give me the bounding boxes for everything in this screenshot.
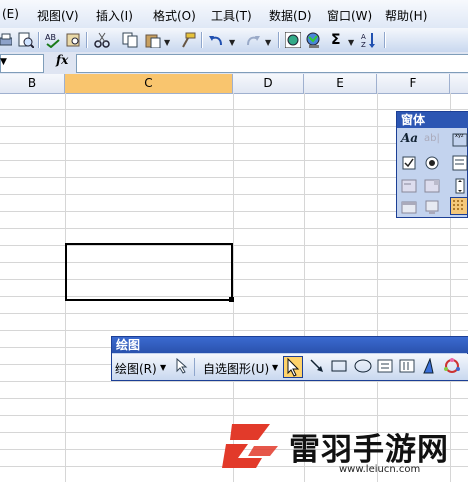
copy-icon[interactable] xyxy=(122,32,138,48)
svg-text:Z: Z xyxy=(361,41,366,48)
column-header-b[interactable]: B xyxy=(0,74,65,93)
oval-tool-icon[interactable] xyxy=(354,358,372,377)
combo-list-edit-control-icon[interactable] xyxy=(401,178,419,196)
dialog-frame-control-icon[interactable] xyxy=(401,199,419,217)
toggle-grid-icon[interactable] xyxy=(450,197,468,215)
svg-text:A: A xyxy=(361,33,366,41)
menu-view[interactable]: 视图(V) xyxy=(37,7,79,24)
label-control-button[interactable]: Aa xyxy=(401,131,419,149)
insert-function-button[interactable]: fx xyxy=(56,53,68,67)
undo-icon[interactable] xyxy=(208,32,224,48)
format-painter-icon[interactable] xyxy=(180,32,196,48)
draw-menu-button[interactable]: 绘图(R) xyxy=(115,360,157,377)
watermark-text: 雷羽手游网 xyxy=(289,432,449,468)
name-box-dropdown-icon[interactable]: ▼ xyxy=(0,57,7,67)
group-box-control-icon[interactable]: xyz xyxy=(452,131,468,149)
select-objects-icon[interactable] xyxy=(174,357,188,377)
autoshapes-menu-button[interactable]: 自选图形(U) xyxy=(203,360,269,377)
hyperlink-icon[interactable] xyxy=(285,32,301,48)
drawing-toolbar-title[interactable]: 绘图 xyxy=(112,337,468,353)
fill-handle[interactable] xyxy=(229,297,234,302)
formula-input[interactable] xyxy=(76,54,468,73)
rectangle-tool-icon[interactable] xyxy=(331,358,347,377)
vertical-textbox-tool-icon[interactable] xyxy=(399,358,415,377)
paste-dropdown-icon[interactable]: ▼ xyxy=(164,38,170,47)
diagram-tool-icon[interactable] xyxy=(443,358,461,377)
column-header-g[interactable] xyxy=(450,74,468,93)
research-icon[interactable] xyxy=(66,32,82,48)
checkbox-control-icon[interactable] xyxy=(401,155,419,173)
paste-icon[interactable] xyxy=(145,32,161,48)
menu-edit[interactable]: (E) xyxy=(2,7,19,21)
menu-tools[interactable]: 工具(T) xyxy=(211,7,252,24)
wordart-tool-icon[interactable] xyxy=(421,357,437,377)
standard-toolbar: AB ▼ ▼ ▼ Σ ▼ AZ 宋体 xyxy=(0,28,468,78)
print-preview-icon[interactable] xyxy=(18,32,34,48)
menu-bar: (E) 视图(V) 插入(I) 格式(O) 工具(T) 数据(D) 窗口(W) … xyxy=(0,0,468,29)
cut-icon[interactable] xyxy=(94,32,110,48)
pointer-tool-button[interactable] xyxy=(283,356,303,378)
draw-menu-dropdown-icon[interactable]: ▼ xyxy=(160,363,166,372)
menu-data[interactable]: 数据(D) xyxy=(269,7,312,24)
sort-ascending-icon[interactable]: AZ xyxy=(361,32,377,48)
option-button-control-icon[interactable] xyxy=(424,155,442,173)
arrow-tool-icon[interactable] xyxy=(309,358,325,377)
column-header-d[interactable]: D xyxy=(233,74,304,93)
autoshapes-dropdown-icon[interactable]: ▼ xyxy=(272,363,278,372)
svg-text:xyz: xyz xyxy=(455,133,464,139)
column-header-f[interactable]: F xyxy=(377,74,450,93)
column-header-e[interactable]: E xyxy=(304,74,377,93)
run-dialog-control-icon[interactable] xyxy=(424,199,442,217)
print-icon[interactable] xyxy=(0,32,16,48)
list-box-control-icon[interactable] xyxy=(452,155,468,173)
combo-dropdown-edit-control-icon[interactable] xyxy=(424,178,442,196)
forms-toolbar-title[interactable]: 窗体 xyxy=(397,112,468,128)
selected-cell-range[interactable] xyxy=(65,243,233,301)
svg-text:AB: AB xyxy=(45,33,56,42)
autosum-dropdown-icon[interactable]: ▼ xyxy=(348,38,354,47)
undo-dropdown-icon[interactable]: ▼ xyxy=(229,38,235,47)
spelling-icon[interactable]: AB xyxy=(45,32,61,48)
menu-help[interactable]: 帮助(H) xyxy=(385,7,427,24)
column-headers: B C D E F xyxy=(0,74,468,94)
menu-insert[interactable]: 插入(I) xyxy=(96,7,133,24)
menu-window[interactable]: 窗口(W) xyxy=(327,7,372,24)
scroll-bar-control-icon[interactable] xyxy=(452,178,468,196)
watermark-url: www.leiucn.com xyxy=(339,464,421,475)
textbox-tool-icon[interactable] xyxy=(377,358,393,377)
redo-icon[interactable] xyxy=(245,32,261,48)
research-globe-icon[interactable] xyxy=(306,32,322,48)
autosum-icon[interactable]: Σ xyxy=(331,32,347,48)
redo-dropdown-icon[interactable]: ▼ xyxy=(265,38,271,47)
watermark-logo-icon xyxy=(218,418,282,481)
column-header-c[interactable]: C xyxy=(65,74,233,93)
edit-box-control-button[interactable]: ab| xyxy=(424,133,442,151)
menu-format[interactable]: 格式(O) xyxy=(153,7,196,24)
